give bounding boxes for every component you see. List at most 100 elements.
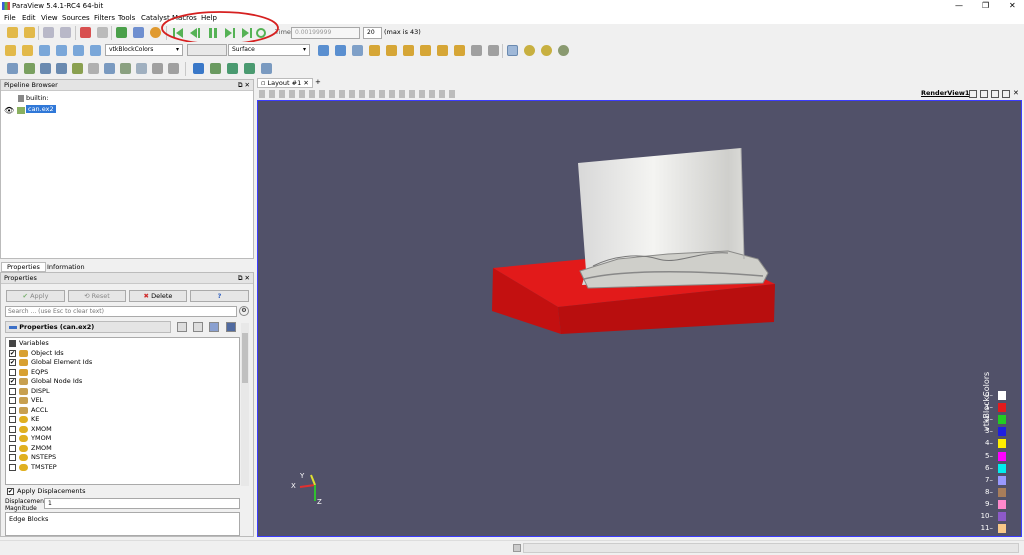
component-select[interactable]	[187, 44, 227, 56]
list-item[interactable]: NSTEPS	[9, 453, 56, 462]
list-item[interactable]: ✔ Global Element Ids	[9, 358, 92, 367]
scrollbar-thumb[interactable]	[242, 333, 248, 383]
slice-icon[interactable]	[56, 63, 67, 74]
interaction-mode-icon[interactable]	[507, 45, 518, 56]
open-icon[interactable]	[7, 27, 18, 38]
extract-subset-icon[interactable]	[88, 63, 99, 74]
edge-blocks-list[interactable]: Edge Blocks	[5, 512, 240, 536]
list-item[interactable]: VEL	[9, 396, 43, 405]
rescale-custom-icon[interactable]	[56, 45, 67, 56]
list-item[interactable]: ✔ Object Ids	[9, 349, 64, 358]
find-data-icon[interactable]	[133, 27, 144, 38]
timestep-spinbox[interactable]: 20	[363, 27, 382, 39]
list-item[interactable]: TMSTEP	[9, 463, 57, 472]
view-plus-x-icon[interactable]	[369, 45, 380, 56]
menu-filters[interactable]: Filters	[94, 14, 115, 22]
time-value-field[interactable]: 0.00199999	[291, 27, 360, 39]
rotate-cw-icon[interactable]	[471, 45, 482, 56]
close-button[interactable]: ✕	[1009, 1, 1016, 10]
plot-over-line-icon[interactable]	[210, 63, 221, 74]
threshold-icon[interactable]	[72, 63, 83, 74]
eye-icon[interactable]: 👁	[4, 106, 14, 115]
list-item[interactable]: ✔ Global Node Ids	[9, 377, 82, 386]
rescale-visible-icon[interactable]	[73, 45, 84, 56]
calculator-icon[interactable]	[7, 63, 18, 74]
list-item[interactable]: XMOM	[9, 425, 52, 434]
rescale-range-icon[interactable]	[39, 45, 50, 56]
variables-header[interactable]: Variables	[9, 339, 49, 348]
add-layout-button[interactable]: +	[315, 78, 321, 86]
list-item[interactable]: DISPL	[9, 387, 50, 396]
maximize-button[interactable]: ❐	[982, 1, 989, 10]
view-toolbar-icons[interactable]	[259, 90, 459, 98]
pick-center-icon[interactable]	[541, 45, 552, 56]
menu-edit[interactable]: Edit	[22, 14, 36, 22]
list-item[interactable]: EQPS	[9, 368, 48, 377]
glyph-icon[interactable]	[104, 63, 115, 74]
paste-icon[interactable]	[193, 322, 203, 332]
advanced-gear-icon[interactable]: ⚙	[239, 306, 249, 316]
delete-button[interactable]: ✖ Delete	[129, 290, 187, 302]
view-minus-x-icon[interactable]	[386, 45, 397, 56]
reset-camera-icon[interactable]	[318, 45, 329, 56]
edit-colormap-icon[interactable]	[22, 45, 33, 56]
group-icon[interactable]	[152, 63, 163, 74]
connect-icon[interactable]	[43, 27, 54, 38]
restore-view-icon[interactable]	[1002, 90, 1010, 98]
view-plus-z-icon[interactable]	[437, 45, 448, 56]
rotate-ccw-icon[interactable]	[488, 45, 499, 56]
plot-selection-icon[interactable]	[244, 63, 255, 74]
zoom-data-icon[interactable]	[335, 45, 346, 56]
extract-level-icon[interactable]	[168, 63, 179, 74]
toggle-color-legend-icon[interactable]	[5, 45, 16, 56]
list-item[interactable]: YMOM	[9, 434, 51, 443]
properties-scrollbar[interactable]	[241, 323, 249, 486]
copy-icon[interactable]	[177, 322, 187, 332]
menu-view[interactable]: View	[41, 14, 58, 22]
reset-session-icon[interactable]	[116, 27, 127, 38]
query-icon[interactable]	[193, 63, 204, 74]
menu-file[interactable]: File	[4, 14, 16, 22]
reset-button[interactable]: ⟲ Reset	[68, 290, 126, 302]
rescale-temporal-icon[interactable]	[90, 45, 101, 56]
split-vertical-icon[interactable]	[980, 90, 988, 98]
save-defaults-icon[interactable]	[226, 322, 236, 332]
reload-icon[interactable]	[209, 322, 219, 332]
apply-displacements-checkbox[interactable]: ✔ Apply Displacements	[7, 487, 86, 496]
close-view-icon[interactable]: ✕	[1013, 89, 1019, 97]
help-button[interactable]: ?	[190, 290, 249, 302]
view-minus-y-icon[interactable]	[420, 45, 431, 56]
search-input[interactable]	[5, 306, 237, 317]
zoom-box-icon[interactable]	[352, 45, 363, 56]
histogram-icon[interactable]	[227, 63, 238, 74]
stream-tracer-icon[interactable]	[120, 63, 131, 74]
pipeline-item-can-ex2[interactable]: can.ex2	[26, 105, 56, 113]
menu-sources[interactable]: Sources	[62, 14, 90, 22]
split-horizontal-icon[interactable]	[969, 90, 977, 98]
reset-center-icon[interactable]	[558, 45, 569, 56]
clip-icon[interactable]	[40, 63, 51, 74]
tab-information[interactable]: Information	[42, 263, 90, 272]
view-plus-y-icon[interactable]	[403, 45, 414, 56]
warp-icon[interactable]	[136, 63, 147, 74]
disconnect-icon[interactable]	[60, 27, 71, 38]
apply-button[interactable]: ✔ Apply	[6, 290, 65, 302]
probe-icon[interactable]	[261, 63, 272, 74]
close-layout-icon[interactable]: ✕	[303, 79, 308, 87]
list-item[interactable]: ZMOM	[9, 444, 52, 453]
pipeline-root[interactable]: builtin:	[26, 94, 49, 102]
undo-icon[interactable]	[80, 27, 91, 38]
minimize-button[interactable]: —	[955, 1, 963, 10]
representation-select[interactable]: Surface ▾	[228, 44, 310, 56]
view-minus-z-icon[interactable]	[454, 45, 465, 56]
redo-icon[interactable]	[97, 27, 108, 38]
list-item[interactable]: KE	[9, 415, 39, 424]
maximize-view-icon[interactable]	[991, 90, 999, 98]
displacement-magnitude-input[interactable]: 1	[44, 498, 240, 509]
center-axes-icon[interactable]	[524, 45, 535, 56]
list-item[interactable]: ACCL	[9, 406, 48, 415]
menu-tools[interactable]: Tools	[118, 14, 135, 22]
color-by-select[interactable]: vtkBlockColors ▾	[105, 44, 183, 56]
tab-layout-1[interactable]: ▫ Layout #1 ✕	[257, 78, 313, 88]
render-view[interactable]: X Y Z 0– 1– 2– 3– 4– 5– 6– 7– 8– 9– 10– 11– vtkBloc…	[257, 100, 1022, 537]
